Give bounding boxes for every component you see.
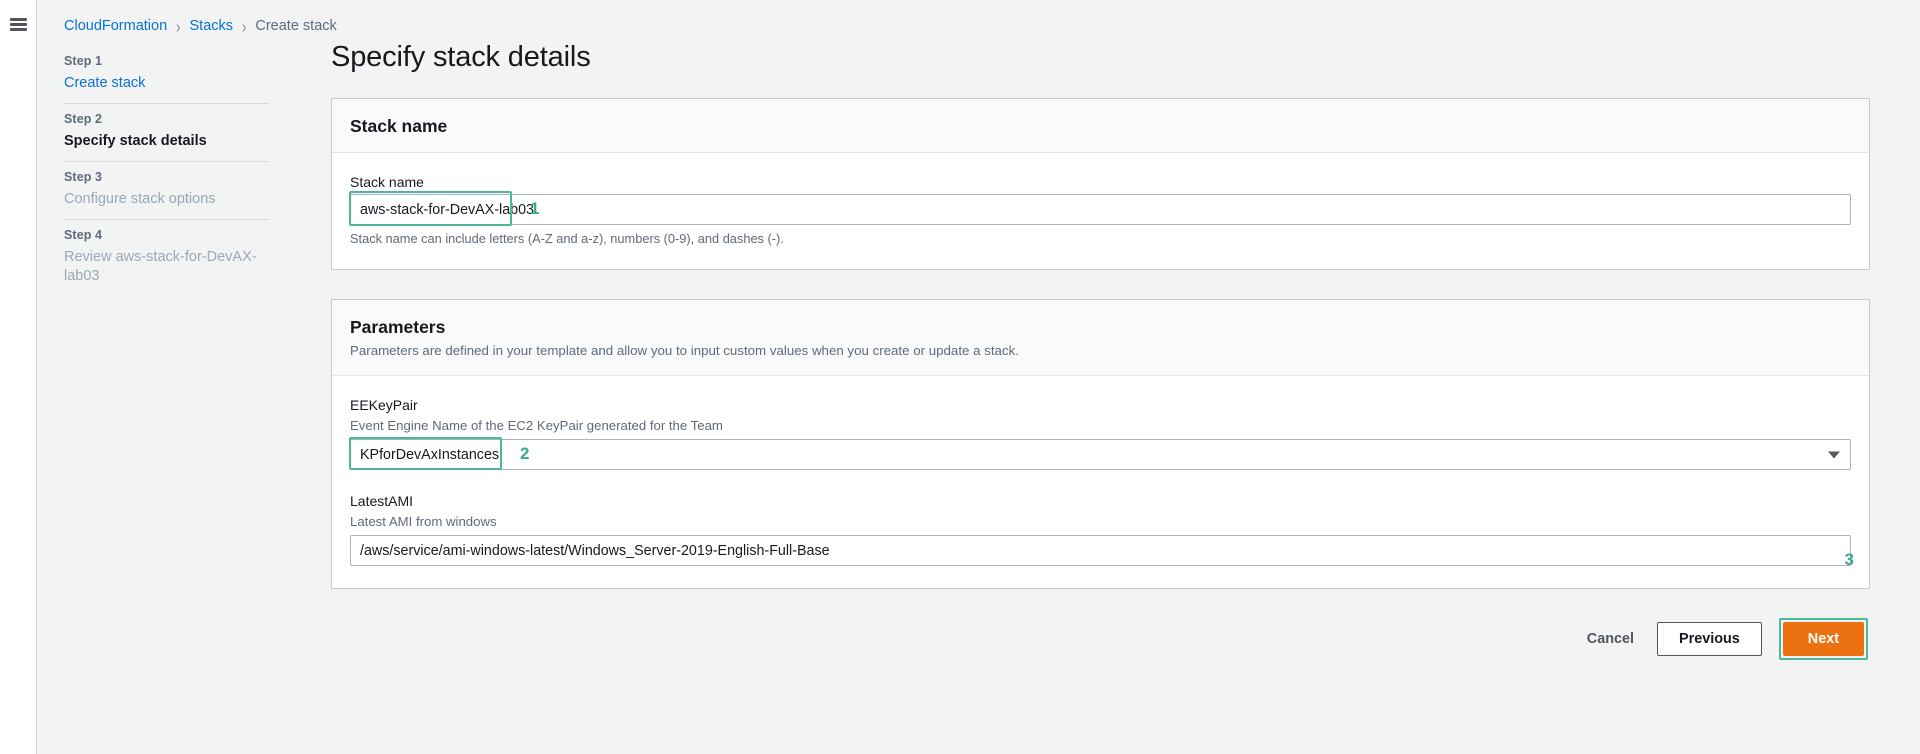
eekeypair-description: Event Engine Name of the EC2 KeyPair gen… — [350, 418, 723, 433]
wizard-step-2: Step 2 Specify stack details — [64, 103, 269, 161]
cancel-button[interactable]: Cancel — [1581, 624, 1640, 654]
sidebar-item-configure-stack-options: Configure stack options — [64, 191, 216, 207]
wizard-actions: Cancel Previous Next — [331, 618, 1870, 661]
stack-name-input[interactable] — [350, 194, 1851, 225]
hamburger-bar — [9, 23, 27, 26]
page-container: CloudFormation › Stacks › Create stack S… — [37, 0, 1920, 754]
breadcrumb-separator-icon: › — [242, 15, 247, 37]
sidebar-item-review: Review aws-stack-for-DevAX-lab03 — [64, 249, 257, 284]
eekeypair-field: EEKeyPair Event Engine Name of the EC2 K… — [349, 396, 1851, 470]
latestami-input[interactable] — [350, 535, 1851, 566]
hamburger-bar — [9, 18, 27, 21]
stack-name-card-title: Stack name — [350, 116, 448, 136]
wizard-step-4: Step 4 Review aws-stack-for-DevAX-lab03 — [64, 219, 269, 296]
hamburger-bar — [9, 28, 27, 31]
parameters-card: Parameters Parameters are defined in you… — [331, 299, 1870, 589]
hamburger-menu-icon[interactable] — [9, 18, 27, 31]
next-button[interactable]: Next — [1782, 622, 1864, 657]
stack-name-label: Stack name — [350, 174, 424, 190]
step-number: Step 1 — [64, 54, 103, 68]
step-number: Step 3 — [64, 170, 103, 184]
stack-name-card: Stack name Stack name 1 Stack name can i… — [331, 98, 1870, 270]
parameters-card-title: Parameters — [350, 317, 446, 337]
latestami-label: LatestAMI — [350, 493, 414, 509]
parameters-card-body: EEKeyPair Event Engine Name of the EC2 K… — [332, 376, 1869, 588]
latestami-description: Latest AMI from windows — [350, 514, 497, 529]
cloudformation-create-stack-screen: CloudFormation › Stacks › Create stack S… — [0, 0, 1920, 754]
parameters-card-header: Parameters Parameters are defined in you… — [332, 300, 1869, 376]
latestami-field: LatestAMI Latest AMI from windows 3 — [350, 492, 1854, 568]
page-title: Specify stack details — [331, 41, 591, 73]
sidebar-item-specify-stack-details[interactable]: Specify stack details — [64, 132, 269, 151]
breadcrumb-item-stacks[interactable]: Stacks — [190, 18, 234, 34]
step-number: Step 2 — [64, 112, 103, 126]
eekeypair-label: EEKeyPair — [350, 397, 418, 413]
main-content: Specify stack details Stack name Stack n… — [295, 0, 1920, 754]
next-button-highlight: Next — [1778, 618, 1868, 661]
eekeypair-select-input[interactable] — [350, 439, 1851, 470]
stack-name-field: Stack name 1 Stack name can include lett… — [349, 173, 1851, 247]
previous-button[interactable]: Previous — [1657, 622, 1762, 657]
stack-name-card-body: Stack name 1 Stack name can include lett… — [332, 153, 1869, 269]
wizard-step-3: Step 3 Configure stack options — [64, 161, 269, 219]
left-nav-rail — [0, 0, 37, 754]
breadcrumb-separator-icon: › — [176, 15, 181, 37]
sidebar-item-create-stack[interactable]: Create stack — [64, 74, 269, 93]
wizard-step-1: Step 1 Create stack — [64, 46, 269, 103]
parameters-card-subtitle: Parameters are defined in your template … — [350, 343, 1019, 358]
wizard-steps-sidebar: Step 1 Create stack Step 2 Specify stack… — [64, 46, 269, 296]
eekeypair-select-shell — [350, 439, 1851, 470]
breadcrumb-item-cloudformation[interactable]: CloudFormation — [64, 18, 167, 34]
stack-name-hint: Stack name can include letters (A-Z and … — [350, 231, 784, 246]
step-number: Step 4 — [64, 228, 103, 242]
stack-name-card-header: Stack name — [332, 99, 1869, 153]
